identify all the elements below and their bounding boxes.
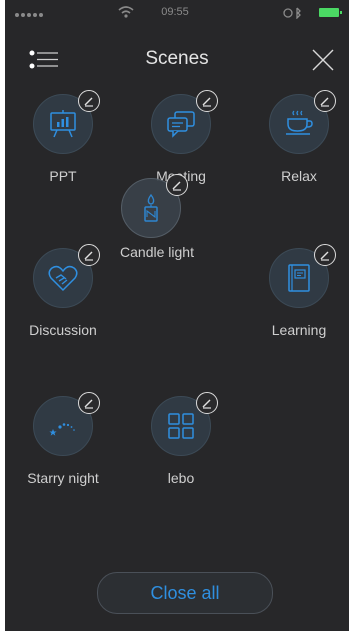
close-all-button[interactable]: Close all xyxy=(97,572,273,614)
signal-dots-icon xyxy=(15,8,49,17)
edit-pencil-icon[interactable] xyxy=(196,90,218,112)
alarm-icon xyxy=(283,7,301,19)
battery-icon xyxy=(319,8,342,17)
edit-pencil-icon[interactable] xyxy=(196,392,218,414)
edit-pencil-icon[interactable] xyxy=(78,392,100,414)
candle-icon xyxy=(144,193,158,222)
book-icon xyxy=(288,264,310,292)
handshake-heart-icon xyxy=(48,265,78,292)
scene-candle-light-dragging[interactable]: Candle light xyxy=(96,174,206,288)
scene-lebo[interactable]: lebo xyxy=(126,392,236,506)
edit-pencil-icon[interactable] xyxy=(314,90,336,112)
app-screen: 09:55 Scenes PPT Relax Discussion Learni… xyxy=(5,0,349,631)
navigation-bar: Scenes xyxy=(5,40,349,80)
edit-pencil-icon[interactable] xyxy=(166,174,188,196)
coffee-cup-icon xyxy=(286,110,313,135)
presentation-board-icon xyxy=(50,110,76,138)
scene-label: Discussion xyxy=(29,322,97,338)
scene-learning[interactable]: Learning xyxy=(244,244,349,358)
scene-label: Relax xyxy=(281,168,317,184)
wifi-icon xyxy=(118,6,134,18)
scene-label: lebo xyxy=(167,470,195,486)
edit-pencil-icon[interactable] xyxy=(78,90,100,112)
scene-relax[interactable]: Relax xyxy=(244,90,349,204)
scene-label: Starry night xyxy=(27,470,99,486)
status-bar: 09:55 xyxy=(5,0,349,26)
status-time: 09:55 xyxy=(161,6,189,18)
scene-starry-night[interactable]: Starry night xyxy=(8,392,118,506)
chat-bubbles-icon xyxy=(167,111,195,138)
scene-label: Candle light xyxy=(120,244,194,260)
scene-label: Learning xyxy=(271,322,327,338)
edit-pencil-icon[interactable] xyxy=(314,244,336,266)
stars-icon xyxy=(49,423,75,436)
page-title: Scenes xyxy=(145,48,209,69)
grid-squares-icon xyxy=(168,413,194,439)
close-icon[interactable] xyxy=(310,47,336,73)
